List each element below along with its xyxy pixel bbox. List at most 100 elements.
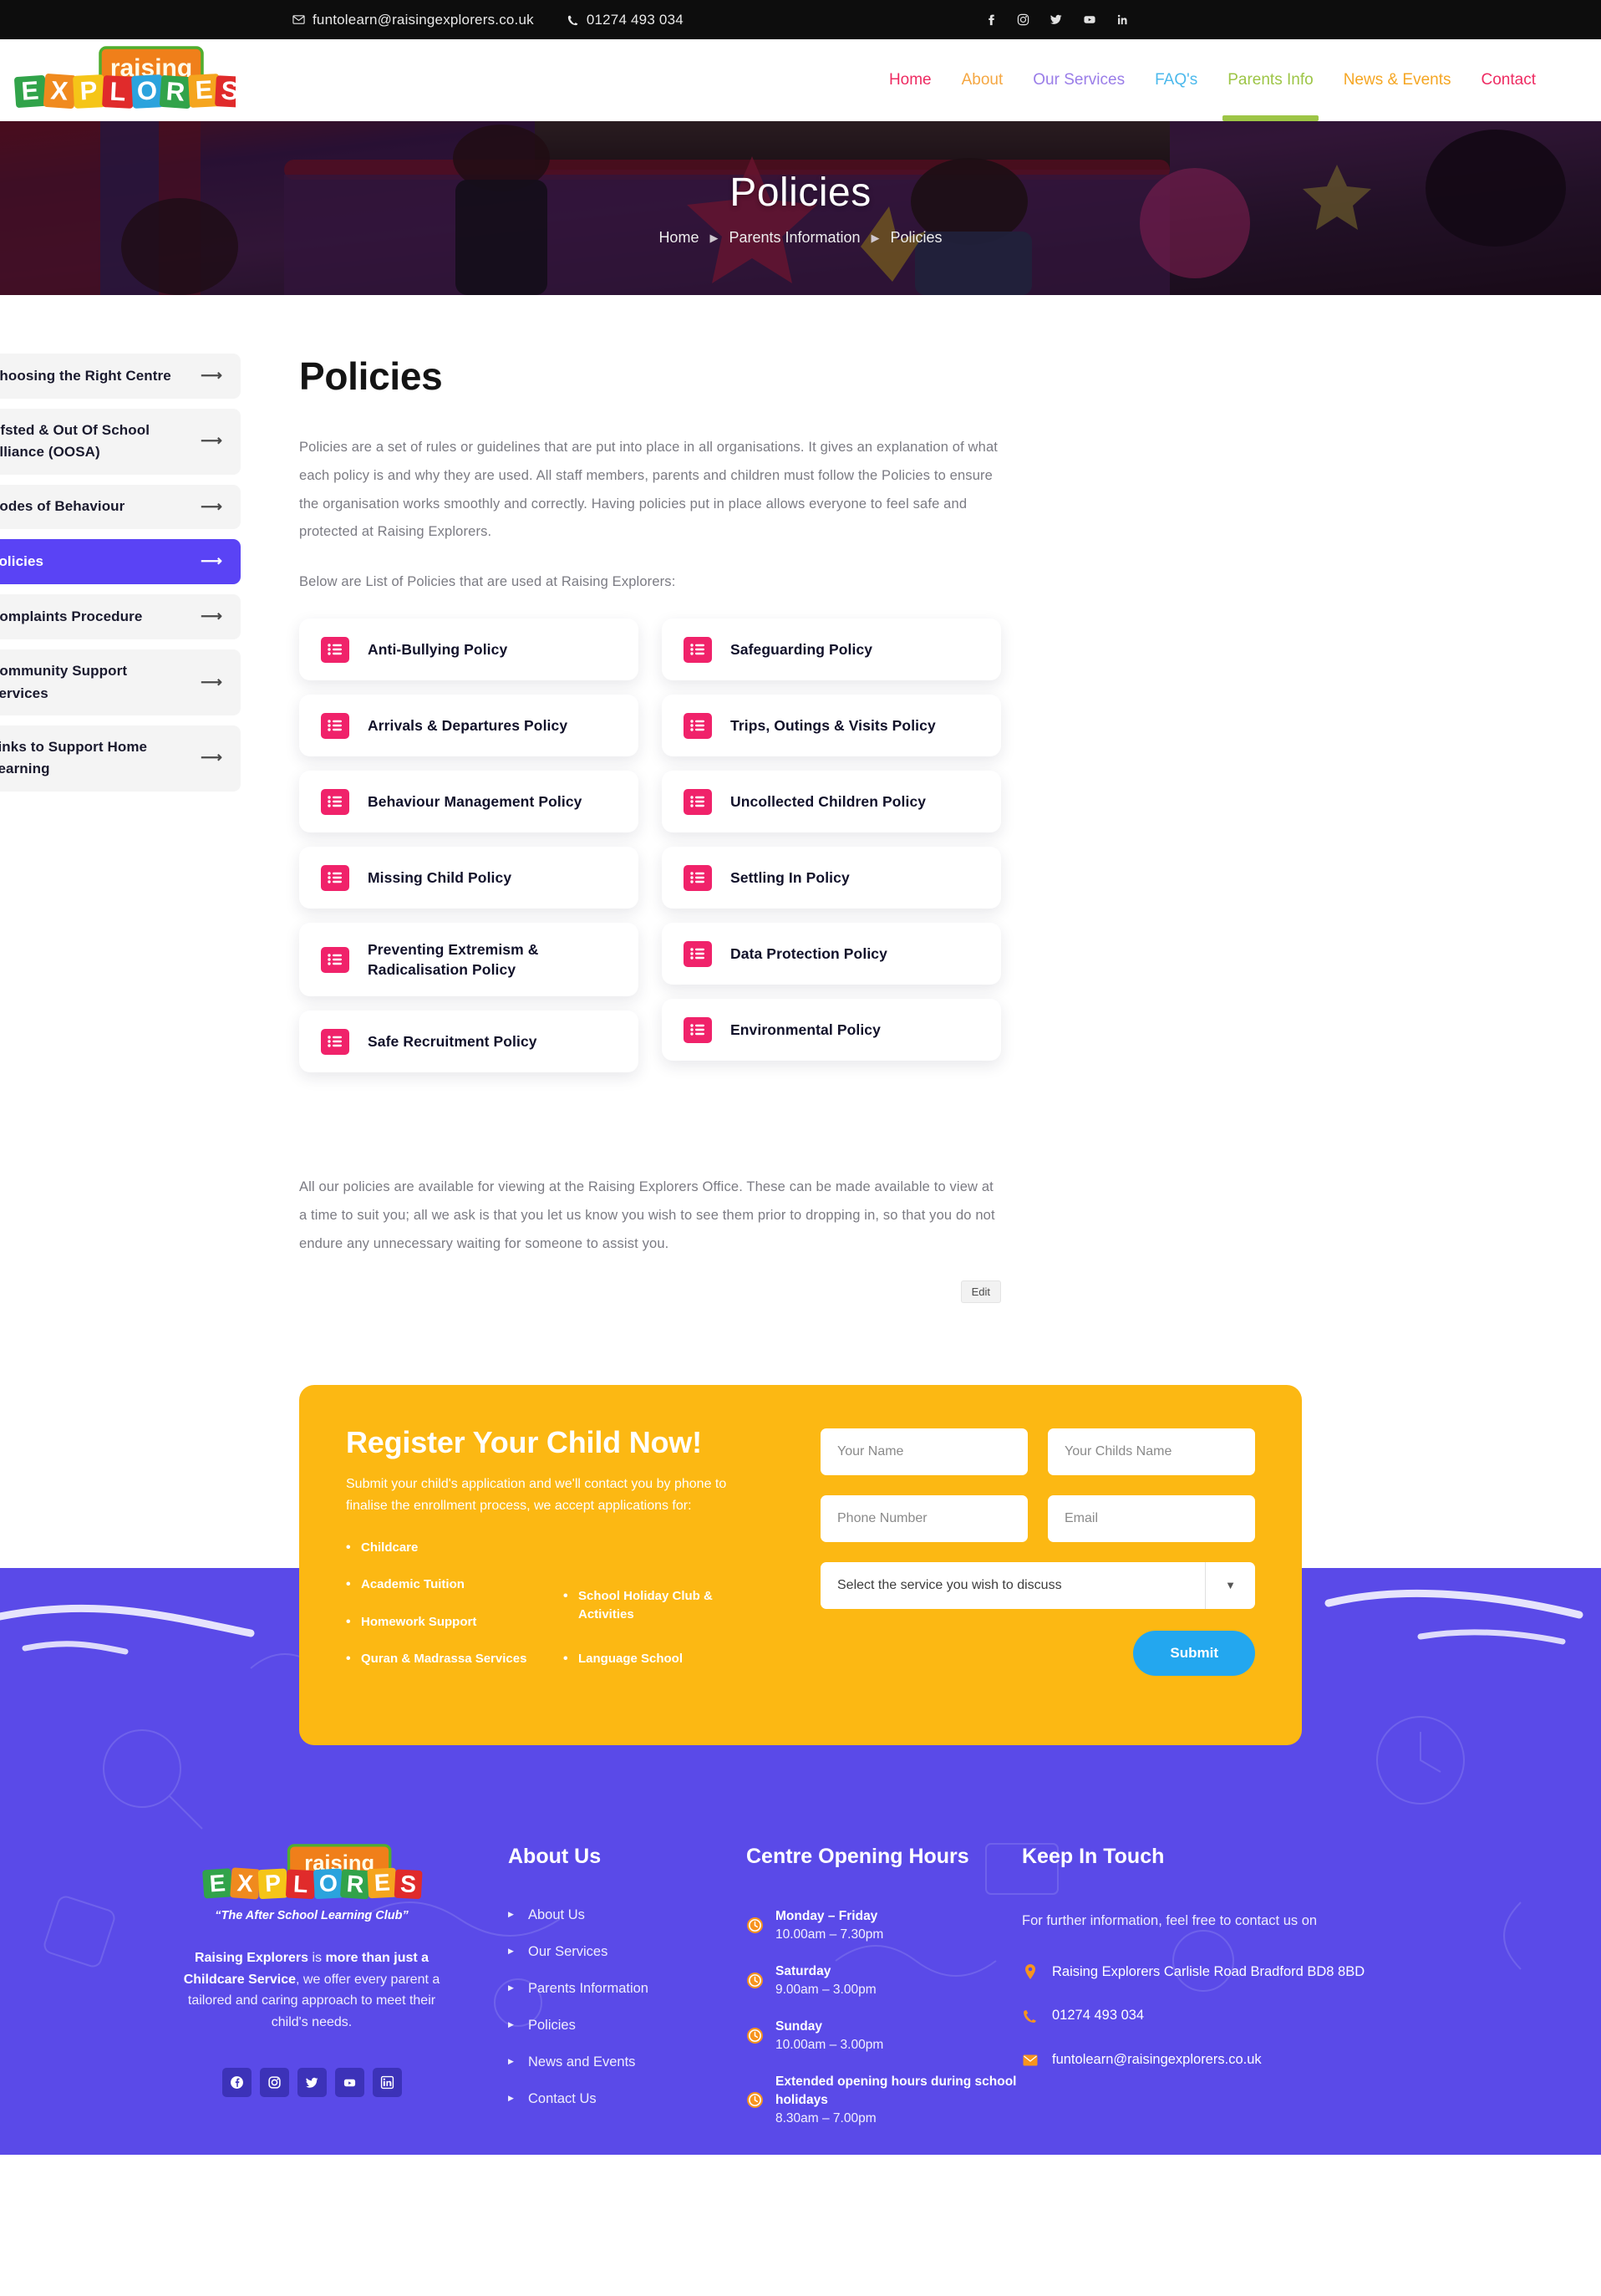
footer-hours-column: Centre Opening Hours Monday – Friday 10.…: [746, 1844, 1022, 2146]
edit-button[interactable]: Edit: [960, 1280, 1001, 1303]
instagram-icon[interactable]: [259, 2068, 289, 2098]
breadcrumb-home[interactable]: Home: [658, 229, 699, 247]
footer-blurb-bold-1: Raising Explorers: [194, 1951, 308, 1966]
edit-row: Edit: [299, 1280, 1001, 1303]
footer-link-contact-us[interactable]: Contact Us: [508, 2091, 746, 2107]
policy-card[interactable]: Uncollected Children Policy: [662, 771, 1001, 833]
list-icon: [684, 712, 712, 739]
policy-card[interactable]: Environmental Policy: [662, 999, 1001, 1061]
nav-item-about[interactable]: About: [947, 39, 1019, 121]
nav-item-parents-info[interactable]: Parents Info: [1212, 39, 1328, 121]
svg-text:E: E: [374, 1870, 391, 1897]
child-name-input[interactable]: [1048, 1428, 1255, 1475]
sidebar-item-codes-of-behaviour[interactable]: Codes of Behaviour ⟶: [0, 484, 241, 530]
footer-link-about-us[interactable]: About Us: [508, 1907, 746, 1923]
policy-label: Trips, Outings & Visits Policy: [730, 716, 936, 734]
topbar-email[interactable]: funtolearn@raisingexplorers.co.uk: [292, 12, 534, 28]
form-row-names: [821, 1428, 1255, 1475]
policy-card[interactable]: Safeguarding Policy: [662, 619, 1001, 681]
policy-label: Anti-Bullying Policy: [368, 640, 508, 658]
sidebar-item-complaints-procedure[interactable]: Complaints Procedure ⟶: [0, 594, 241, 640]
sidebar-item-ofsted-oosa[interactable]: Ofsted & Out Of School Alliance (OOSA) ⟶: [0, 408, 241, 475]
footer-phone-row[interactable]: 01274 493 034: [1022, 2003, 1390, 2028]
breadcrumb-separator-icon: ▶: [709, 231, 719, 244]
intro-paragraph: Policies are a set of rules or guideline…: [299, 440, 999, 540]
nav-item-faqs[interactable]: FAQ's: [1140, 39, 1212, 121]
service-item: School Holiday Club & Activities: [563, 1586, 747, 1625]
footer-link-our-services[interactable]: Our Services: [508, 1944, 746, 1960]
clock-icon: [746, 2027, 764, 2044]
nav-item-news-events[interactable]: News & Events: [1329, 39, 1466, 121]
policy-card[interactable]: Safe Recruitment Policy: [299, 1011, 638, 1073]
policy-column-right: Safeguarding Policy Trips, Outings & Vis…: [650, 619, 1001, 1087]
opening-hours-day: Sunday: [775, 2019, 822, 2034]
list-icon: [321, 788, 349, 815]
svg-text:O: O: [318, 1870, 338, 1897]
policy-card[interactable]: Missing Child Policy: [299, 847, 638, 909]
nav-item-home[interactable]: Home: [874, 39, 947, 121]
sidebar-item-choosing-the-right-centre[interactable]: Choosing the Right Centre ⟶: [0, 354, 241, 399]
svg-text:E: E: [209, 1870, 226, 1897]
footer-about-column: About Us About Us Our Services Parents I…: [508, 1844, 746, 2146]
service-select[interactable]: Select the service you wish to discuss: [821, 1561, 1255, 1609]
footer-logo[interactable]: raising E X P L O R E S: [191, 1844, 433, 1904]
linkedin-icon[interactable]: [1116, 13, 1129, 26]
services-column-2: School Holiday Club & Activities Languag…: [563, 1539, 747, 1694]
phone-number-input[interactable]: [821, 1494, 1028, 1542]
site-logo[interactable]: raising E X P L O R E S: [10, 44, 245, 116]
phone-icon: [567, 14, 579, 26]
topbar-phone[interactable]: 01274 493 034: [567, 12, 684, 28]
clock-icon: [746, 2091, 764, 2109]
hero-content: Policies Home ▶ Parents Information ▶ Po…: [0, 121, 1601, 295]
sidebar-item-label: Community Support Services: [0, 663, 128, 701]
footer-tagline: “The After School Learning Club”: [215, 1909, 409, 1923]
footer-address-text: Raising Explorers Carlisle Road Bradford…: [1052, 1963, 1365, 1979]
arrow-right-icon: ⟶: [201, 673, 222, 690]
twitter-icon[interactable]: [1050, 13, 1063, 26]
clock-icon: [746, 1917, 764, 1934]
linkedin-icon[interactable]: [372, 2068, 402, 2098]
arrow-right-icon: ⟶: [201, 367, 222, 384]
sidebar-item-community-support-services[interactable]: Community Support Services ⟶: [0, 649, 241, 715]
submit-button[interactable]: Submit: [1133, 1630, 1255, 1676]
policy-card[interactable]: Arrivals & Departures Policy: [299, 695, 638, 757]
footer-link-policies[interactable]: Policies: [508, 2018, 746, 2034]
policy-card[interactable]: Preventing Extremism & Radicalisation Po…: [299, 923, 638, 997]
youtube-icon[interactable]: [1083, 13, 1096, 26]
clock-icon: [746, 1972, 764, 1989]
footer-about-heading: About Us: [508, 1845, 602, 1869]
sidebar-item-label: Ofsted & Out Of School Alliance (OOSA): [0, 421, 150, 461]
facebook-icon[interactable]: [221, 2068, 252, 2098]
policy-card[interactable]: Settling In Policy: [662, 847, 1001, 909]
sidebar-item-policies[interactable]: Policies ⟶: [0, 539, 241, 585]
svg-text:S: S: [221, 75, 236, 105]
sidebar-item-links-to-support-home-learning[interactable]: Links to Support Home Learning ⟶: [0, 725, 241, 792]
facebook-icon[interactable]: [984, 13, 997, 26]
policy-card[interactable]: Anti-Bullying Policy: [299, 619, 638, 681]
policy-card[interactable]: Behaviour Management Policy: [299, 771, 638, 833]
policy-column-left: Anti-Bullying Policy Arrivals & Departur…: [299, 619, 650, 1087]
service-select-value: Select the service you wish to discuss: [837, 1577, 1062, 1592]
footer-email-row[interactable]: funtolearn@raisingexplorers.co.uk: [1022, 2048, 1390, 2072]
policy-card[interactable]: Trips, Outings & Visits Policy: [662, 695, 1001, 757]
your-name-input[interactable]: [821, 1428, 1028, 1475]
breadcrumb-parents-information[interactable]: Parents Information: [729, 229, 860, 247]
svg-text:O: O: [136, 75, 158, 105]
main-layout: Choosing the Right Centre ⟶ Ofsted & Out…: [0, 295, 1452, 1303]
footer-link-news-and-events[interactable]: News and Events: [508, 2054, 746, 2070]
closing-paragraph: All our policies are available for viewi…: [299, 1179, 995, 1251]
policy-label: Environmental Policy: [730, 1021, 881, 1038]
email-input[interactable]: [1048, 1494, 1255, 1542]
twitter-icon[interactable]: [297, 2068, 327, 2098]
youtube-icon[interactable]: [334, 2068, 364, 2098]
policy-card[interactable]: Data Protection Policy: [662, 923, 1001, 985]
svg-text:L: L: [292, 1871, 308, 1898]
nav-item-our-services[interactable]: Our Services: [1018, 39, 1140, 121]
chevron-down-icon[interactable]: ▼: [1205, 1561, 1255, 1609]
list-icon: [684, 1016, 712, 1043]
service-item: Quran & Madrassa Services: [346, 1649, 563, 1668]
nav-item-contact[interactable]: Contact: [1466, 39, 1551, 121]
footer-contact-intro: For further information, feel free to co…: [1022, 1912, 1318, 1928]
footer-link-parents-information[interactable]: Parents Information: [508, 1981, 746, 1997]
instagram-icon[interactable]: [1017, 13, 1029, 26]
